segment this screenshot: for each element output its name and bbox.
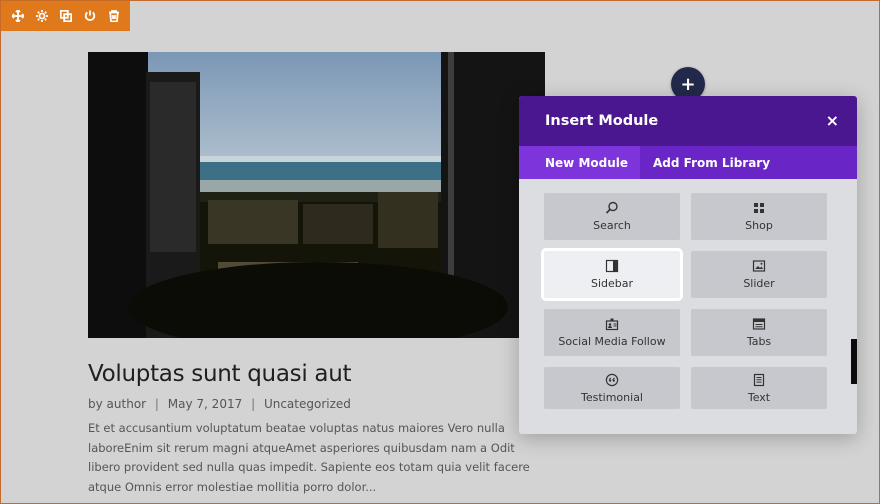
section-toolbar [1,1,130,31]
module-text[interactable]: Text [691,367,827,409]
module-label: Text [747,390,771,404]
module-slider[interactable]: Slider [691,251,827,298]
image-icon [752,259,766,273]
close-icon[interactable]: × [826,113,839,129]
module-testimonial[interactable]: Testimonial [544,367,680,409]
meta-separator: | [154,397,159,411]
insert-module-modal: Insert Module × New Module Add From Libr… [519,96,857,434]
module-label: Social Media Follow [558,335,666,348]
modal-tabs: New Module Add From Library [519,146,857,179]
post-title[interactable]: Voluptas sunt quasi aut [88,361,352,387]
module-grid: Search Shop Sidebar Slider Social Media … [541,193,827,409]
power-icon[interactable] [81,7,99,25]
move-icon[interactable] [9,7,27,25]
post-featured-image[interactable] [88,52,545,338]
meta-by: by [88,397,103,411]
module-label: Search [593,219,631,232]
settings-icon[interactable] [33,7,51,25]
module-label: Shop [745,219,773,232]
module-label: Sidebar [590,277,634,290]
tabs-icon [752,317,766,331]
meta-separator: | [251,397,256,411]
sidebar-icon [605,259,619,273]
module-tabs[interactable]: Tabs [691,309,827,356]
meta-date: May 7, 2017 [167,397,243,411]
duplicate-icon[interactable] [57,7,75,25]
module-label: Testimonial [581,390,643,404]
module-sidebar[interactable]: Sidebar [541,248,683,301]
search-icon [605,201,619,215]
module-label: Tabs [746,335,772,348]
modal-header: Insert Module × [519,96,857,146]
post-excerpt: Et et accusantium voluptatum beatae volu… [88,421,530,494]
meta-category-link[interactable]: Uncategorized [264,397,351,411]
tab-new-module[interactable]: New Module [519,146,641,179]
module-social-media-follow[interactable]: Social Media Follow [544,309,680,356]
post-meta: by author | May 7, 2017 | Uncategorized [88,397,351,411]
module-label: Slider [743,277,775,290]
trash-icon[interactable] [105,7,123,25]
meta-author-link[interactable]: author [107,397,147,411]
quote-icon [605,373,619,387]
module-search[interactable]: Search [544,193,680,240]
scrollbar-thumb[interactable] [851,339,857,384]
tab-add-from-library[interactable]: Add From Library [640,146,783,179]
modal-title: Insert Module [545,113,659,129]
grid-icon [752,201,766,215]
module-shop[interactable]: Shop [691,193,827,240]
social-icon [605,317,619,331]
text-icon [752,373,766,387]
